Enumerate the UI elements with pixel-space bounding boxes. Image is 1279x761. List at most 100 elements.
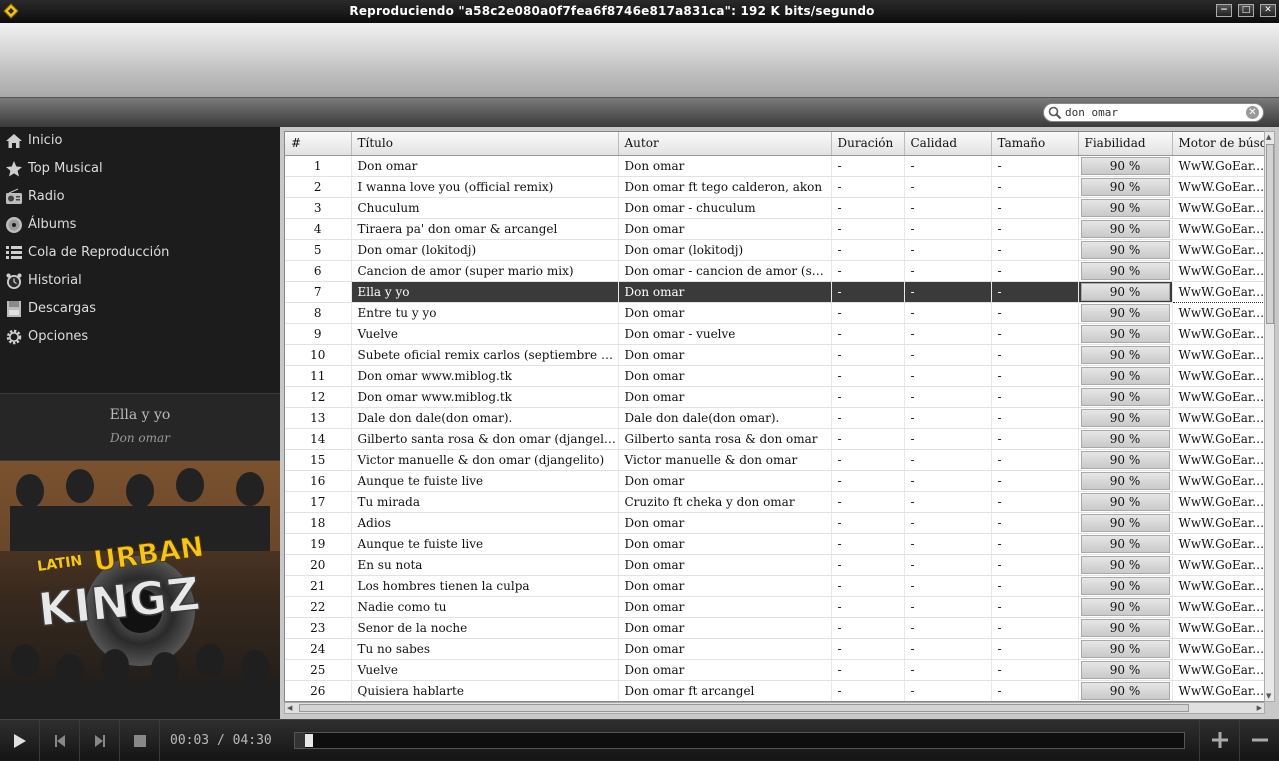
row-size: - <box>991 260 1079 282</box>
clear-search-icon[interactable]: ✕ <box>1246 106 1259 119</box>
row-title: Adios <box>351 512 619 534</box>
sidebar-item-label: Álbums <box>28 217 77 232</box>
sidebar-item-descargas[interactable]: Descargas <box>0 295 280 323</box>
table-row[interactable]: 17 Tu mirada Cruzito ft cheka y don omar - -… <box>285 491 1264 513</box>
progress-slider[interactable] <box>294 732 1185 749</box>
row-author: Don omar <box>618 281 832 303</box>
row-number: 26 <box>285 680 352 701</box>
table-row[interactable]: 7Ella y yoDon omar---90 %WwW.GoEar.Com <box>285 280 1264 303</box>
vertical-scrollbar[interactable]: ▲ ▼ <box>1264 131 1275 702</box>
horizontal-scroll-thumb[interactable] <box>299 704 1189 712</box>
column-header-duracion[interactable]: Duración <box>831 132 905 156</box>
scroll-down-icon[interactable]: ▼ <box>1266 692 1271 700</box>
table-row[interactable]: 16 Aunque te fuiste live Don omar - - -90 % Ww… <box>285 470 1264 492</box>
row-title: Cancion de amor (super mario mix) <box>351 260 619 282</box>
volume-down-button[interactable] <box>1239 720 1279 761</box>
table-row[interactable]: 6 Cancion de amor (super mario mix) Don om… <box>285 260 1264 282</box>
clock-icon <box>6 273 22 289</box>
row-title: Los hombres tienen la culpa <box>351 575 619 597</box>
row-reliability-cell: 90 % <box>1078 176 1173 198</box>
row-duration: - <box>831 218 905 240</box>
table-row[interactable]: 13 Dale don dale(don omar). Dale don dale(… <box>285 407 1264 429</box>
table-row[interactable]: 20En su notaDon omar---90 %WwW.GoEar.Com <box>285 554 1264 576</box>
volume-up-button[interactable] <box>1199 720 1239 761</box>
table-row[interactable]: 24Tu no sabesDon omar---90 %WwW.GoEar.Co… <box>285 638 1264 660</box>
row-quality: - <box>904 491 992 513</box>
sidebar-item-cola-de-reproduccion[interactable]: Cola de Reproducción <box>0 239 280 267</box>
table-row[interactable]: 12 Don omar www.miblog.tk Don omar - - -90 % W… <box>285 386 1264 408</box>
table-row[interactable]: 18AdiosDon omar---90 %WwW.GoEar.Com <box>285 512 1264 534</box>
row-author: Don omar <box>618 617 832 639</box>
table-row[interactable]: 15 Victor manuelle & don omar (djangelito… <box>285 449 1264 471</box>
sidebar-item-albums[interactable]: Álbums <box>0 211 280 239</box>
maximize-button[interactable]: □ <box>1238 4 1254 17</box>
table-row[interactable]: 8 Entre tu y yo Don omar - - -90 % WwW.GoEar.C… <box>285 302 1264 324</box>
sidebar-item-top-musical[interactable]: Top Musical <box>0 155 280 183</box>
sidebar-item-radio[interactable]: Radio <box>0 183 280 211</box>
vertical-scroll-thumb[interactable] <box>1266 144 1274 324</box>
column-header-tamano[interactable]: Tamaño <box>991 132 1079 156</box>
row-search-engine: WwW.GoEar.Com <box>1172 197 1264 219</box>
row-search-engine: WwW.GoEar.Com <box>1172 218 1264 240</box>
search-box[interactable]: ✕ <box>1043 103 1264 122</box>
next-button[interactable] <box>80 720 120 761</box>
table-row[interactable]: 3 Chuculum Don omar - chuculum - - -90 % WwW.G… <box>285 197 1264 219</box>
reliability-badge: 90 % <box>1080 324 1170 343</box>
table-row[interactable]: 5 Don omar (lokitodj) Don omar (lokitodj) -… <box>285 239 1264 261</box>
row-duration: - <box>831 449 905 471</box>
table-row[interactable]: 22 Nadie como tu Don omar - - -90 % WwW.GoEar.… <box>285 596 1264 618</box>
playback-time: 00:03 / 04:30 <box>170 733 272 748</box>
play-button[interactable] <box>0 720 40 761</box>
reliability-badge: 90 % <box>1080 366 1170 385</box>
table-row[interactable]: 25VuelveDon omar---90 %WwW.GoEar.Com <box>285 659 1264 681</box>
close-button[interactable]: ✕ <box>1260 4 1276 17</box>
row-quality: - <box>904 344 992 366</box>
table-row[interactable]: 9 Vuelve Don omar - vuelve - - -90 % WwW.GoEar… <box>285 323 1264 345</box>
column-header-calidad[interactable]: Calidad <box>904 132 992 156</box>
column-header-titulo[interactable]: Título <box>351 132 619 156</box>
row-title: Aunque te fuiste live <box>351 533 619 555</box>
column-header-autor[interactable]: Autor <box>618 132 832 156</box>
row-size: - <box>991 617 1079 639</box>
table-row[interactable]: 11 Don omar www.miblog.tk Don omar - - -90 % W… <box>285 365 1264 387</box>
search-input[interactable] <box>1065 105 1245 120</box>
sidebar-item-inicio[interactable]: Inicio <box>0 127 280 155</box>
table-row[interactable]: 4 Tiraera pa' don omar & arcangel Don omar… <box>285 218 1264 240</box>
stop-button[interactable] <box>120 720 160 761</box>
horizontal-scrollbar[interactable]: ◀ ▶ <box>284 702 1265 714</box>
reliability-badge: 90 % <box>1080 177 1170 196</box>
table-row[interactable]: 21 Los hombres tienen la culpa Don omar - - -… <box>285 575 1264 597</box>
row-number: 17 <box>285 491 352 513</box>
progress-handle[interactable] <box>305 734 313 747</box>
sidebar-item-opciones[interactable]: Opciones <box>0 323 280 351</box>
row-size: - <box>991 575 1079 597</box>
row-size: - <box>991 176 1079 198</box>
row-duration: - <box>831 155 905 177</box>
table-row[interactable]: 2I wanna love you (official remix) Don om… <box>285 176 1264 198</box>
minimize-button[interactable]: − <box>1216 4 1232 17</box>
window-title-bar[interactable]: Reproduciendo "a58c2e080a0f7fea6f8746e81… <box>0 0 1279 23</box>
table-row[interactable]: 26 Quisiera hablarte Don omar ft arcangel -… <box>285 680 1264 701</box>
table-row[interactable]: 23 Senor de la noche Don omar - - -90 % WwW.Go… <box>285 617 1264 639</box>
previous-button[interactable] <box>40 720 80 761</box>
scroll-up-icon[interactable]: ▲ <box>1266 133 1271 141</box>
row-size: - <box>991 512 1079 534</box>
table-row[interactable]: 14 Gilberto santa rosa & don omar (djange… <box>285 428 1264 450</box>
row-search-engine: WwW.GoEar.Com <box>1172 323 1264 345</box>
scroll-right-icon[interactable]: ▶ <box>1257 704 1262 712</box>
search-icon <box>1048 106 1062 120</box>
sidebar-item-historial[interactable]: Historial <box>0 267 280 295</box>
column-header-number[interactable]: # <box>285 132 352 156</box>
gear-icon <box>6 329 22 345</box>
table-row[interactable]: 19 Aunque te fuiste live Don omar - - -90 % Ww… <box>285 533 1264 555</box>
table-row[interactable]: 1Don omarDon omar---90 %WwW.GoEar.Com <box>285 155 1264 177</box>
row-quality: - <box>904 386 992 408</box>
column-header-fiabilidad[interactable]: Fiabilidad <box>1078 132 1173 156</box>
table-row[interactable]: 10 Subete oficial remix carlos (septiembr… <box>285 344 1264 366</box>
row-title: Don omar www.miblog.tk <box>351 386 619 408</box>
row-search-engine: WwW.GoEar.Com <box>1172 428 1264 450</box>
radio-icon <box>6 188 22 204</box>
row-author: Don omar <box>618 470 832 492</box>
scroll-left-icon[interactable]: ◀ <box>287 704 292 712</box>
column-header-motor-de-busqueda[interactable]: Motor de búsqueda <box>1172 132 1264 156</box>
